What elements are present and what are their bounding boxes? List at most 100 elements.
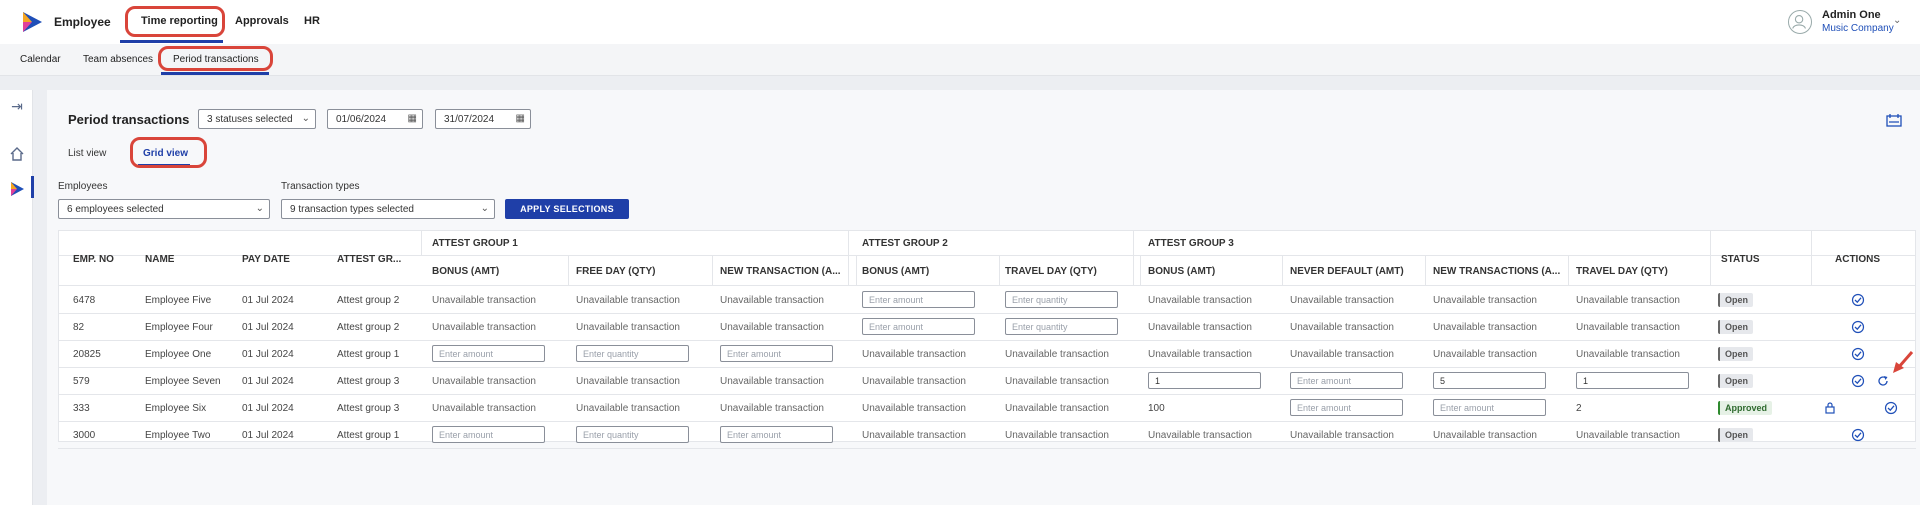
collapse-icon[interactable]: ⇥: [8, 98, 26, 116]
cell-unavailable: Unavailable transaction: [1433, 349, 1537, 360]
column-divider: [1282, 256, 1283, 285]
cell-emp-no: 20825: [73, 349, 101, 360]
quantity-input[interactable]: [576, 426, 689, 443]
cell-unavailable: Unavailable transaction: [432, 376, 536, 387]
status-filter[interactable]: 3 statuses selected ⌄: [198, 109, 316, 129]
amount-input[interactable]: [432, 426, 545, 443]
subnav-calendar[interactable]: Calendar: [20, 54, 61, 65]
cell-unavailable: Unavailable transaction: [576, 376, 680, 387]
apply-selections-button[interactable]: APPLY SELECTIONS: [505, 199, 629, 219]
check-circle-icon[interactable]: [1851, 293, 1865, 307]
check-circle-icon[interactable]: [1884, 401, 1898, 415]
settings-icon[interactable]: [1886, 113, 1902, 127]
cell-unavailable: Unavailable transaction: [432, 403, 536, 414]
header-col-8: TRAVEL DAY (QTY): [1576, 266, 1668, 277]
cell-unavailable: Unavailable transaction: [1433, 430, 1537, 441]
header-col-0: BONUS (AMT): [432, 266, 500, 277]
refresh-icon[interactable]: [1876, 374, 1890, 388]
cell-unavailable: Unavailable transaction: [862, 403, 966, 414]
amount-input[interactable]: [1290, 399, 1403, 416]
cell-unavailable: Unavailable transaction: [862, 376, 966, 387]
amount-input[interactable]: [1433, 399, 1546, 416]
nav-hr[interactable]: HR: [304, 15, 320, 27]
subnav-team-absences[interactable]: Team absences: [83, 54, 153, 65]
app-icon[interactable]: [8, 180, 26, 198]
cell-emp-no: 82: [73, 322, 85, 333]
avatar-icon: [1792, 15, 1807, 29]
cell-pay-date: 01 Jul 2024: [242, 430, 294, 441]
check-circle-icon[interactable]: [1851, 428, 1865, 442]
header-actions: ACTIONS: [1835, 254, 1880, 265]
page-title: Period transactions: [68, 112, 190, 127]
amount-input[interactable]: [1290, 372, 1403, 389]
quantity-input[interactable]: [1005, 318, 1118, 335]
cell-unavailable: Unavailable transaction: [1005, 376, 1109, 387]
home-icon[interactable]: [8, 145, 26, 163]
cell-emp-no: 6478: [73, 295, 96, 306]
tab-list-view[interactable]: List view: [68, 148, 106, 159]
calendar-icon[interactable]: ▦: [408, 113, 417, 124]
cell-attest-group: Attest group 3: [337, 376, 400, 387]
cell-unavailable: Unavailable transaction: [1576, 322, 1680, 333]
amount-input[interactable]: [432, 345, 545, 362]
cell-unavailable: Unavailable transaction: [576, 322, 680, 333]
calendar-icon[interactable]: ▦: [516, 113, 525, 124]
status-badge: Open: [1718, 374, 1754, 388]
cell-unavailable: Unavailable transaction: [1290, 295, 1394, 306]
cell-unavailable: Unavailable transaction: [1433, 295, 1537, 306]
amount-input[interactable]: [720, 426, 833, 443]
check-circle-icon[interactable]: [1851, 374, 1865, 388]
row-divider: [58, 421, 1916, 422]
header-status: STATUS: [1721, 254, 1760, 265]
chevron-down-icon: ⌄: [301, 113, 310, 124]
header-bottom-line: [58, 285, 1916, 286]
value-input[interactable]: [1576, 372, 1689, 389]
transaction-types-value: 9 transaction types selected: [290, 204, 414, 215]
date-to-field[interactable]: 31/07/2024 ▦: [435, 109, 531, 129]
logo-icon[interactable]: [20, 10, 44, 34]
value-input[interactable]: [1148, 372, 1261, 389]
highlight-period-transactions: [158, 46, 273, 71]
cell-unavailable: Unavailable transaction: [1005, 403, 1109, 414]
check-circle-icon[interactable]: [1851, 320, 1865, 334]
subnav-active-indicator: [161, 72, 269, 75]
date-to-value: 31/07/2024: [444, 114, 495, 125]
column-divider: [856, 256, 857, 285]
cell-pay-date: 01 Jul 2024: [242, 349, 294, 360]
cell-unavailable: Unavailable transaction: [720, 376, 824, 387]
highlight-time-reporting: [125, 6, 225, 37]
date-from-field[interactable]: 01/06/2024 ▦: [327, 109, 423, 129]
status-badge: Approved: [1718, 401, 1773, 415]
header-col-3: BONUS (AMT): [862, 266, 930, 277]
header-name: NAME: [145, 254, 175, 265]
cell-unavailable: Unavailable transaction: [720, 322, 824, 333]
column-divider: [1811, 230, 1812, 285]
status-badge: Open: [1718, 320, 1754, 334]
amount-input[interactable]: [862, 291, 975, 308]
cell-unavailable: Unavailable transaction: [720, 295, 824, 306]
quantity-input[interactable]: [576, 345, 689, 362]
column-divider: [848, 230, 849, 285]
cell-unavailable: Unavailable transaction: [1433, 322, 1537, 333]
nav-approvals[interactable]: Approvals: [235, 15, 289, 27]
avatar[interactable]: [1788, 10, 1812, 34]
lock-icon[interactable]: [1823, 401, 1837, 415]
cell-unavailable: Unavailable transaction: [576, 295, 680, 306]
user-company: Music Company: [1822, 23, 1894, 34]
check-circle-icon[interactable]: [1851, 347, 1865, 361]
quantity-input[interactable]: [1005, 291, 1118, 308]
cell-unavailable: Unavailable transaction: [1290, 349, 1394, 360]
cell-pay-date: 01 Jul 2024: [242, 322, 294, 333]
amount-input[interactable]: [720, 345, 833, 362]
left-rail: ⇥: [0, 90, 33, 505]
chevron-down-icon[interactable]: ⌄: [1893, 15, 1901, 26]
cell-attest-group: Attest group 1: [337, 349, 400, 360]
column-divider: [568, 256, 569, 285]
value-input[interactable]: [1433, 372, 1546, 389]
cell-attest-group: Attest group 3: [337, 403, 400, 414]
employees-select[interactable]: 6 employees selected ⌄: [58, 199, 270, 219]
column-divider: [999, 256, 1000, 285]
amount-input[interactable]: [862, 318, 975, 335]
transaction-types-select[interactable]: 9 transaction types selected ⌄: [281, 199, 495, 219]
status-badge: Open: [1718, 347, 1754, 361]
